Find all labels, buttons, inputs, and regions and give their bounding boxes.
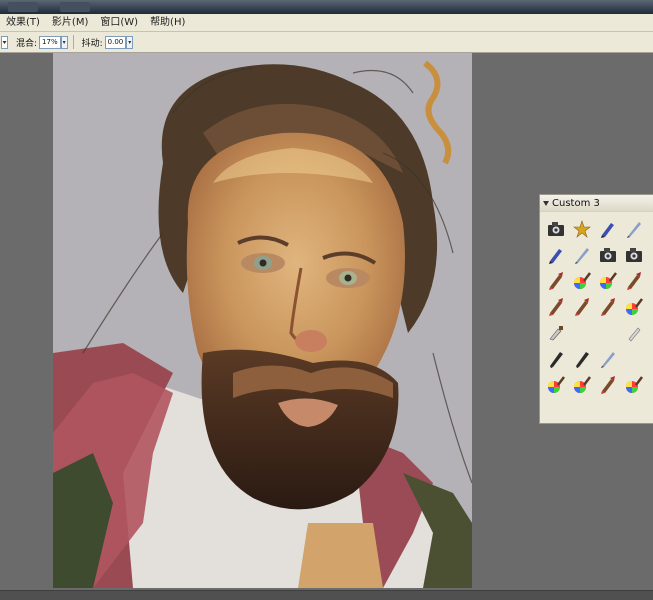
color-wheel-brush-icon[interactable] <box>624 375 644 395</box>
palette-knife-icon[interactable] <box>546 323 566 343</box>
dropdown-arrow-icon[interactable] <box>1 35 8 49</box>
painter-app-window: 效果(T) 影片(M) 窗口(W) 帮助(H) 混合: 17% ▾ 抖动: 0.… <box>0 0 653 600</box>
bottom-strip <box>0 590 653 600</box>
menu-effects[interactable]: 效果(T) <box>0 14 46 32</box>
color-wheel-brush-icon[interactable] <box>572 271 592 291</box>
color-wheel-brush-icon[interactable] <box>572 375 592 395</box>
paint-brush-icon[interactable] <box>624 271 644 291</box>
blender-brush-icon[interactable] <box>624 323 644 343</box>
pencil-brush-icon[interactable] <box>624 219 644 239</box>
jitter-input[interactable]: 0.00 <box>104 35 127 49</box>
menu-help[interactable]: 帮助(H) <box>144 14 191 32</box>
brush-palette: Custom 3 <box>539 194 653 424</box>
dark-brush-icon[interactable] <box>572 349 592 369</box>
window-thumbnail-icon <box>60 2 90 12</box>
color-wheel-brush-icon[interactable] <box>598 271 618 291</box>
camera-brush-icon[interactable] <box>546 219 566 239</box>
portrait-artwork <box>53 53 472 588</box>
blend-input[interactable]: 17% <box>39 35 61 49</box>
dark-brush-icon[interactable] <box>546 349 566 369</box>
window-thumbnail-icon <box>8 2 38 12</box>
color-wheel-brush-icon[interactable] <box>546 375 566 395</box>
blue-marker-brush-icon[interactable] <box>598 219 618 239</box>
title-bar <box>0 0 653 14</box>
paint-brush-icon[interactable] <box>546 271 566 291</box>
camera-brush-icon[interactable] <box>598 245 618 265</box>
blue-pen-brush-icon[interactable] <box>546 245 566 265</box>
paint-brush-icon[interactable] <box>598 375 618 395</box>
paint-brush-icon[interactable] <box>598 297 618 317</box>
collapse-triangle-icon[interactable] <box>543 200 549 206</box>
jitter-slider-arrow-icon[interactable]: ▾ <box>126 35 134 49</box>
menu-window[interactable]: 窗口(W) <box>94 14 144 32</box>
menu-movie[interactable]: 影片(M) <box>46 14 94 32</box>
menu-bar: 效果(T) 影片(M) 窗口(W) 帮助(H) <box>0 14 653 32</box>
blend-label: 混合: <box>16 38 38 49</box>
palette-title-bar[interactable]: Custom 3 <box>540 195 653 212</box>
paint-brush-icon[interactable] <box>546 297 566 317</box>
paint-brush-icon[interactable] <box>572 297 592 317</box>
camera-brush-icon[interactable] <box>624 245 644 265</box>
feather-brush-icon[interactable] <box>598 349 618 369</box>
palette-title: Custom 3 <box>552 197 600 209</box>
quill-brush-icon[interactable] <box>572 245 592 265</box>
painting-canvas[interactable] <box>53 53 472 588</box>
color-wheel-brush-icon[interactable] <box>624 297 644 317</box>
star-brush-icon[interactable] <box>572 219 592 239</box>
separator <box>72 35 74 49</box>
property-bar: 混合: 17% ▾ 抖动: 0.00 ▾ <box>0 32 653 53</box>
jitter-label: 抖动: <box>81 38 103 49</box>
blend-slider-arrow-icon[interactable]: ▾ <box>60 35 68 49</box>
